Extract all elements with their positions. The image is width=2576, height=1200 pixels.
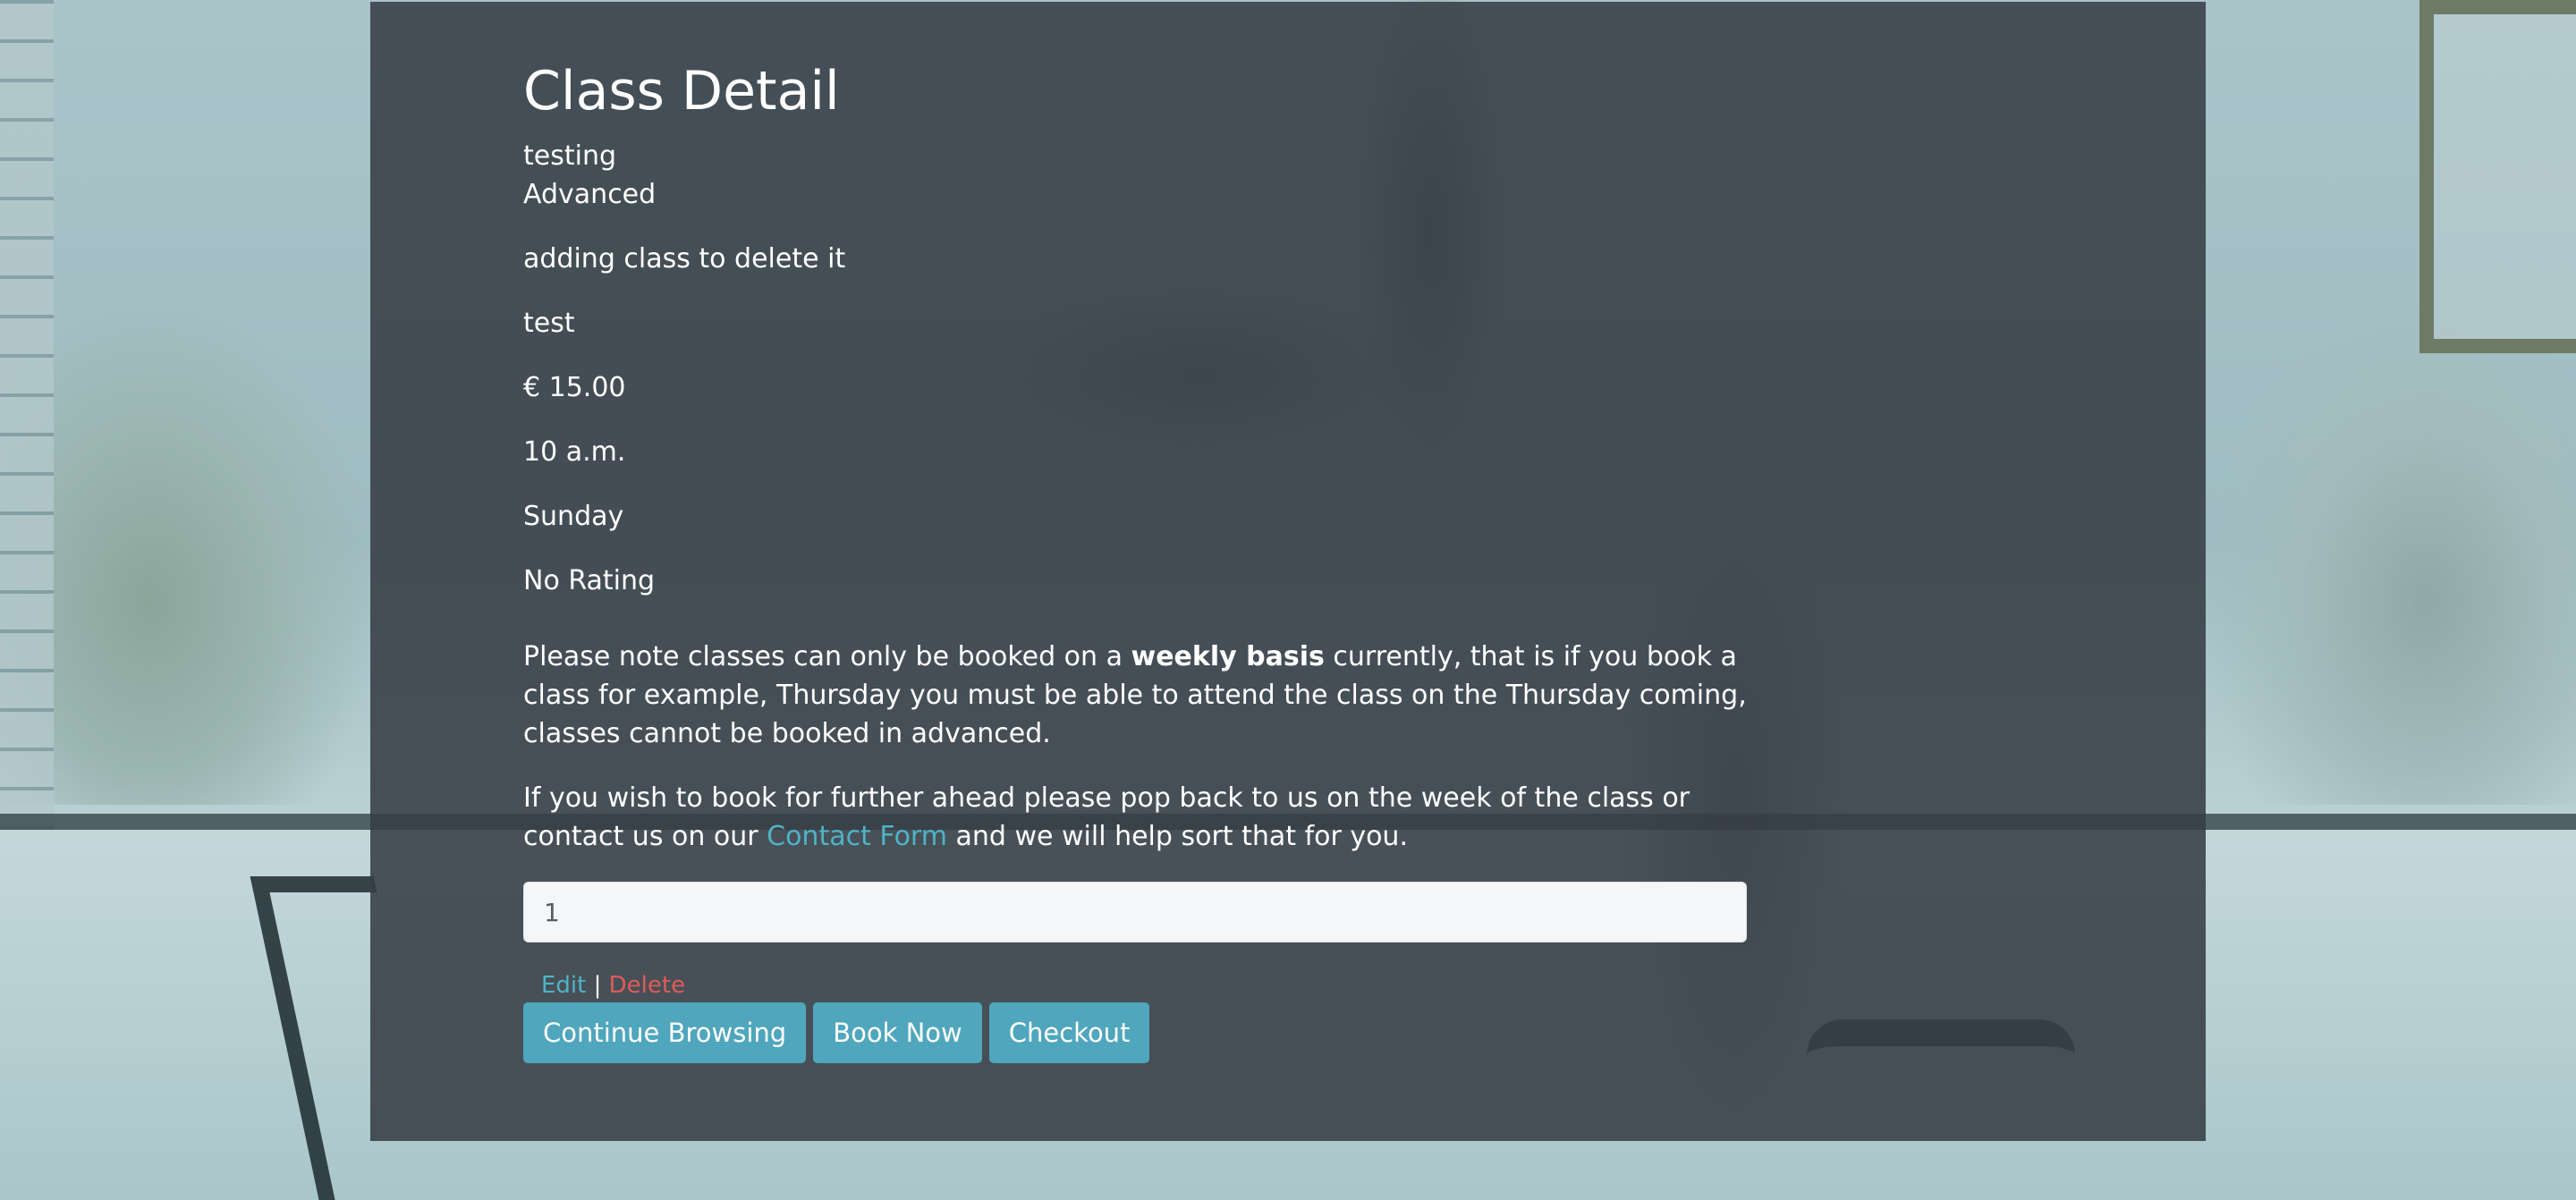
background-trees-left (0, 295, 376, 805)
background-trees-right (2200, 295, 2576, 805)
class-name: testing (523, 140, 617, 172)
booking-notice: Please note classes can only be booked o… (523, 638, 1749, 753)
admin-links-separator: | (593, 972, 602, 999)
book-now-button[interactable]: Book Now (813, 1002, 982, 1063)
edit-class-link[interactable]: Edit (541, 972, 586, 999)
class-description: adding class to delete it (523, 243, 846, 275)
class-detail-panel: Class Detail testing Advanced adding cla… (370, 2, 2206, 1141)
continue-browsing-button[interactable]: Continue Browsing (523, 1002, 807, 1063)
page-title: Class Detail (523, 60, 840, 123)
class-rating: No Rating (523, 565, 656, 596)
action-buttons: Continue Browsing Book Now Checkout (523, 1002, 1150, 1063)
background-window-frame (2419, 0, 2576, 353)
contact-notice-text-2: and we will help sort that for you. (946, 821, 1408, 852)
class-level: Advanced (523, 179, 657, 210)
admin-links: Edit | Delete (541, 968, 685, 1002)
class-instructor: test (523, 308, 575, 339)
class-day: Sunday (523, 501, 624, 532)
background-window-left (0, 0, 54, 894)
booking-notice-emphasis: weekly basis (1131, 641, 1325, 672)
class-price: € 15.00 (523, 372, 626, 403)
delete-class-link[interactable]: Delete (609, 972, 685, 999)
quantity-input[interactable] (523, 882, 1747, 942)
class-time: 10 a.m. (523, 436, 626, 468)
checkout-button[interactable]: Checkout (988, 1002, 1150, 1063)
booking-notice-text-1: Please note classes can only be booked o… (523, 641, 1131, 672)
contact-notice: If you wish to book for further ahead pl… (523, 779, 1749, 856)
contact-form-link[interactable]: Contact Form (767, 821, 947, 852)
